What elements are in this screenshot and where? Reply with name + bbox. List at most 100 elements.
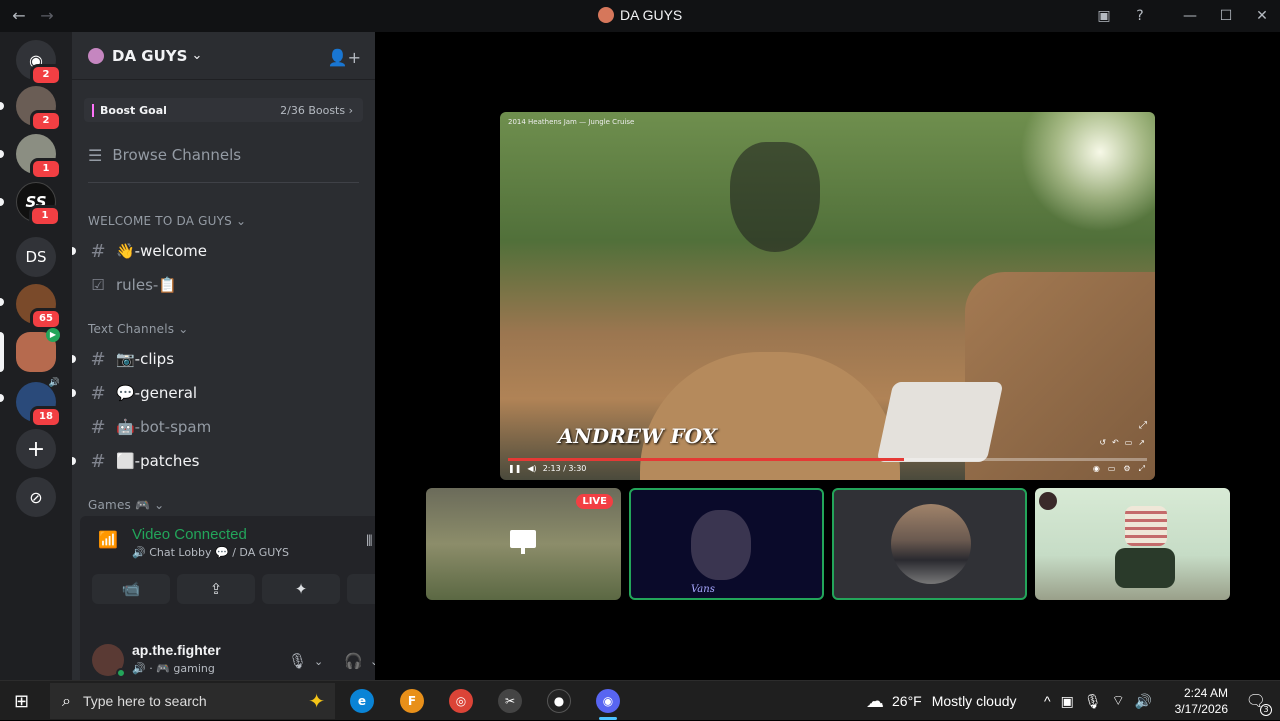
participant-tile-stream[interactable]: LIVE	[426, 488, 621, 600]
browse-channels[interactable]: ☰ Browse Channels	[88, 144, 375, 166]
server-badge: 65	[30, 308, 62, 330]
focused-stream[interactable]: 2014 Heathens Jam — Jungle Cruise ANDREW…	[500, 112, 1155, 480]
boost-goal-bar[interactable]: Boost Goal 2/36 Boosts ›	[84, 98, 363, 122]
add-server-button[interactable]: +	[16, 429, 56, 469]
voice-location[interactable]: 🔊 Chat Lobby 💬 / DA GUYS	[132, 546, 289, 559]
video-caption: 2014 Heathens Jam — Jungle Cruise	[508, 118, 635, 126]
captions-icon[interactable]: ▭	[1125, 438, 1133, 447]
category-welcome[interactable]: WELCOME TO DA GUYS ⌄	[88, 214, 246, 228]
mic-icon[interactable]: 🎙	[288, 652, 307, 670]
fullscreen-icon[interactable]: ⤢	[1139, 464, 1145, 474]
category-games[interactable]: Games 🎮 ⌄	[88, 498, 164, 512]
share-icon[interactable]: ↗	[1138, 438, 1145, 447]
volume-icon[interactable]: ◀)	[527, 464, 536, 473]
forward-icon[interactable]: →	[38, 6, 56, 25]
hash-icon: #	[90, 240, 106, 262]
fl-studio-icon[interactable]: F	[400, 689, 424, 713]
server-icon-3[interactable]: SS 1	[16, 182, 61, 227]
hash-icon: #	[90, 382, 106, 404]
tray-chevron-icon[interactable]: ^	[1044, 693, 1051, 709]
server-icon-4[interactable]: DS	[16, 237, 56, 277]
username[interactable]: ap.the.fighter	[132, 642, 221, 658]
unread-indicator	[72, 389, 76, 397]
headset-icon[interactable]: 🎧	[344, 652, 363, 670]
channel-patches[interactable]: # ⬜-patches	[72, 446, 367, 476]
video-progress-bar[interactable]	[508, 458, 1147, 461]
help-icon[interactable]: ?	[1122, 8, 1158, 24]
invite-people-icon[interactable]: 👤+	[328, 48, 361, 67]
window-title: DA GUYS	[598, 7, 682, 23]
activities-button[interactable]: ✦	[262, 574, 340, 604]
screen-share-button[interactable]: ⇪	[177, 574, 255, 604]
autoplay-icon[interactable]: ◉	[1093, 464, 1100, 474]
channel-name: 📷-clips	[116, 350, 175, 368]
server-name: DA GUYS	[112, 46, 188, 65]
screen-share-icon	[521, 548, 525, 554]
server-icon-6[interactable]: ▶	[16, 328, 60, 372]
minimize-button[interactable]: —	[1172, 8, 1208, 24]
pause-icon[interactable]: ❚❚	[508, 464, 521, 473]
server-icon-5[interactable]: 65	[16, 284, 62, 330]
discover-button[interactable]: ⊘	[16, 477, 56, 517]
chrome-icon[interactable]: ◎	[449, 689, 473, 713]
settings-icon[interactable]: ⚙	[1123, 464, 1130, 474]
video-active-icon: ▶	[46, 328, 60, 342]
compass-icon: ⊘	[29, 487, 43, 507]
tray-app-icon[interactable]: ▣	[1061, 693, 1074, 710]
microphone-icon[interactable]: 🎙	[1084, 693, 1102, 710]
rewind-icon[interactable]: ↶	[1112, 438, 1119, 447]
call-stage: 2014 Heathens Jam — Jungle Cruise ANDREW…	[375, 32, 1280, 680]
server-avatar-icon	[598, 7, 614, 23]
fullscreen-icon[interactable]: ⤢	[1139, 420, 1147, 431]
participant-tile-avatar[interactable]	[832, 488, 1027, 600]
maximize-button[interactable]: ☐	[1208, 8, 1244, 24]
chevron-down-icon: ⌄	[191, 48, 203, 63]
edge-icon[interactable]: e	[350, 689, 374, 713]
back-icon[interactable]: ←	[10, 6, 28, 25]
chevron-down-icon[interactable]: ⌄	[314, 655, 323, 668]
taskbar-clock[interactable]: 2:24 AM 3/17/2026	[1175, 685, 1228, 717]
close-button[interactable]: ✕	[1244, 8, 1280, 24]
video-frame	[876, 382, 1004, 462]
avatar	[1039, 492, 1057, 510]
server-icon-1[interactable]: 2	[16, 86, 62, 132]
discord-taskbar-icon[interactable]: ◉	[596, 689, 620, 713]
server-header[interactable]: DA GUYS ⌄ 👤+	[72, 32, 375, 80]
video-right-controls: ◉ ▭ ⚙ ⤢	[1093, 464, 1145, 474]
category-text-channels[interactable]: Text Channels ⌄	[88, 322, 188, 336]
search-icon: ⌕	[62, 691, 71, 710]
participant-tile-camera[interactable]: Vans	[629, 488, 824, 600]
capcut-icon[interactable]: ✂	[498, 689, 522, 713]
app-icon[interactable]: ●	[547, 689, 571, 713]
inbox-icon[interactable]: ▣	[1086, 8, 1122, 24]
taskbar-search[interactable]: ⌕ Type here to search ✦	[50, 683, 335, 719]
channel-welcome[interactable]: # 👋-welcome	[72, 236, 367, 266]
weather-widget[interactable]: ☁ 26°F Mostly cloudy	[866, 681, 1017, 721]
avatar	[891, 504, 971, 584]
subtitles-icon[interactable]: ▭	[1108, 464, 1116, 474]
camera-button[interactable]: 📹	[92, 574, 170, 604]
server-icon-2[interactable]: 1	[16, 134, 62, 180]
server-boost-icon	[88, 47, 104, 64]
noise-suppression-icon[interactable]: ⦀	[366, 532, 373, 550]
volume-icon[interactable]: 🔊	[1135, 693, 1152, 710]
channel-general[interactable]: # 💬-general	[72, 378, 367, 408]
voice-status[interactable]: Video Connected	[132, 526, 247, 543]
avatar[interactable]	[92, 644, 126, 678]
participant-tile-camera-2[interactable]	[1035, 488, 1230, 600]
replay-icon[interactable]: ↺	[1099, 438, 1106, 447]
connection-signal-icon[interactable]: 📶	[98, 530, 118, 549]
channel-rules[interactable]: ☑ rules-📋	[88, 270, 367, 300]
server-icon-7[interactable]: 🔊 18	[16, 378, 62, 428]
notification-icon[interactable]: 🗨 3	[1246, 691, 1272, 716]
unread-indicator	[0, 394, 4, 402]
video-controls: ❚❚ ◀) 2:13 / 3:30	[508, 464, 586, 473]
channel-clips[interactable]: # 📷-clips	[72, 344, 367, 374]
windows-start-icon[interactable]: ⊞	[14, 691, 29, 712]
participant-video	[691, 510, 751, 580]
home-button[interactable]: ◉ 2	[16, 40, 62, 86]
wifi-icon[interactable]: ⌔	[1112, 692, 1125, 710]
video-frame	[965, 272, 1155, 480]
title-bar: ← → DA GUYS ▣ ? — ☐ ✕	[0, 0, 1280, 32]
channel-bot-spam[interactable]: # 🤖-bot-spam	[88, 412, 367, 442]
